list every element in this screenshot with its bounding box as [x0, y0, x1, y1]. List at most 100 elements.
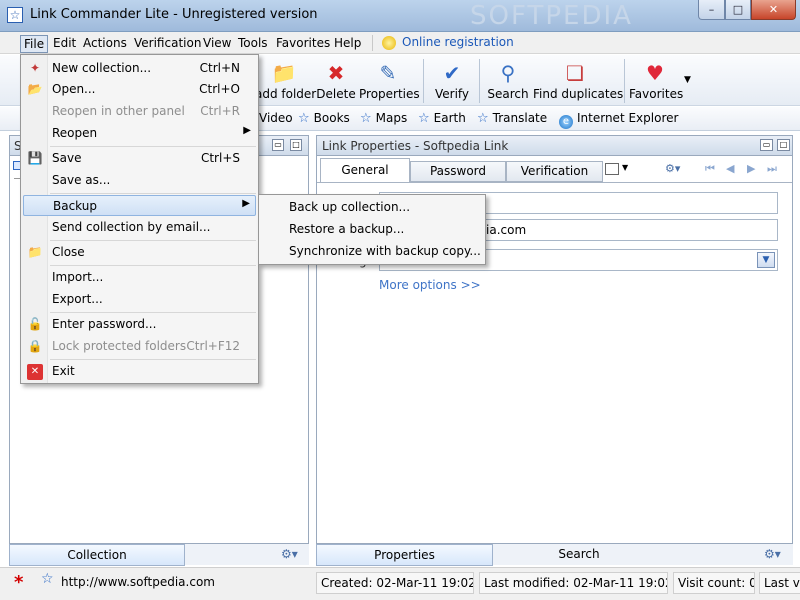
minimize-button[interactable]: –	[698, 0, 725, 20]
new-collection-icon: ✦	[29, 61, 41, 75]
menu-close[interactable]: 📁 Close	[23, 242, 256, 263]
app-star-icon: ☆	[7, 7, 23, 23]
fav-video-label: Video	[259, 111, 293, 125]
tab-search[interactable]: Search	[534, 544, 624, 566]
menu-exit[interactable]: ✕ Exit	[23, 361, 256, 382]
online-registration-link[interactable]: Online registration	[402, 35, 514, 49]
find-duplicates-icon: ❏	[566, 61, 584, 85]
menu-reopen-in-other-panel[interactable]: Reopen in other panel Ctrl+R	[23, 101, 256, 122]
menu-separator	[50, 265, 256, 266]
tab-password[interactable]: Password	[410, 161, 506, 182]
menu-save-as[interactable]: Save as...	[23, 170, 256, 191]
menu-help[interactable]: Help	[331, 35, 364, 53]
panel-restore-icon[interactable]: ▭	[272, 139, 284, 151]
status-last-visited: Last vi	[759, 572, 800, 594]
menu-separator	[50, 359, 256, 360]
exit-icon: ✕	[27, 364, 43, 380]
tab-verification[interactable]: Verification	[506, 161, 603, 182]
star-icon: ☆	[477, 111, 489, 126]
fav-maps[interactable]: ☆ Maps	[360, 111, 407, 127]
menu-actions[interactable]: Actions	[80, 35, 130, 53]
menu-edit[interactable]: Edit	[50, 35, 79, 53]
find-duplicates-button[interactable]: ❏ Find duplicates	[533, 55, 623, 106]
tab-general[interactable]: General	[320, 158, 410, 183]
menu-separator	[50, 146, 256, 147]
menu-tools[interactable]: Tools	[235, 35, 271, 53]
favorites-dropdown-arrow-icon[interactable]: ▼	[684, 75, 691, 85]
menu-new-collection-shortcut: Ctrl+N	[199, 61, 240, 75]
menu-import[interactable]: Import...	[23, 267, 256, 288]
add-folder-icon: 📁	[271, 61, 297, 85]
menu-separator	[50, 312, 256, 313]
panel-restore-icon[interactable]: ▭	[760, 139, 773, 151]
menu-enter-password[interactable]: 🔓 Enter password...	[23, 314, 256, 335]
url-field-value: ia.com	[486, 223, 527, 237]
backup-submenu: Back up collection... Restore a backup..…	[258, 194, 486, 265]
search-button[interactable]: ⚲ Search	[487, 55, 529, 106]
panel-maximize-icon[interactable]: □	[290, 139, 302, 151]
tab-collection[interactable]: Collection	[9, 544, 185, 566]
gear-icon[interactable]: ⚙▾	[665, 162, 680, 175]
menu-bar: File Edit Actions Verification View Tool…	[0, 32, 800, 54]
menu-separator	[50, 240, 256, 241]
menu-reopen-other-label: Reopen in other panel	[52, 104, 185, 118]
menu-backup-label: Backup	[53, 199, 97, 213]
menu-separator	[372, 35, 373, 51]
submenu-synchronize-backup[interactable]: Synchronize with backup copy...	[261, 241, 483, 262]
asterisk-icon: *	[14, 572, 24, 593]
properties-icon: ✎	[379, 61, 397, 85]
fav-earth[interactable]: ☆ Earth	[418, 111, 466, 127]
submenu-restore-backup[interactable]: Restore a backup...	[261, 219, 483, 240]
status-bar: * ☆ http://www.softpedia.com Created: 02…	[0, 567, 800, 600]
last-icon[interactable]: ⏭	[767, 162, 777, 176]
close-button[interactable]: ✕	[751, 0, 796, 20]
verify-button[interactable]: ✔ Verify	[432, 55, 472, 106]
toolbar-separator	[423, 59, 424, 103]
menu-open[interactable]: 📂 Open... Ctrl+O	[23, 79, 256, 100]
previous-icon[interactable]: ◀	[726, 162, 734, 175]
menu-verification[interactable]: Verification	[131, 35, 204, 53]
menu-lock-label: Lock protected folders	[52, 339, 187, 353]
menu-backup[interactable]: Backup ▶	[23, 195, 256, 216]
menu-save[interactable]: 💾 Save Ctrl+S	[23, 148, 256, 169]
favorites-button[interactable]: ♥ Favorites	[629, 55, 683, 106]
fav-translate-label: Translate	[492, 111, 548, 125]
fav-translate[interactable]: ☆ Translate	[477, 111, 547, 127]
next-icon[interactable]: ▶	[747, 162, 755, 175]
fav-books[interactable]: ☆ Books	[298, 111, 350, 127]
open-icon: 📂	[27, 82, 43, 96]
menu-send-by-email[interactable]: Send collection by email...	[23, 217, 256, 238]
properties-button[interactable]: ✎ Properties	[359, 55, 420, 106]
color-swatch[interactable]	[605, 163, 619, 175]
delete-button[interactable]: ✖ Delete	[315, 55, 357, 106]
color-dropdown-arrow-icon[interactable]: ▼	[622, 163, 628, 172]
menu-view[interactable]: View	[200, 35, 234, 53]
maximize-button[interactable]: □	[725, 0, 751, 20]
menu-reopen[interactable]: Reopen ▶	[23, 123, 256, 144]
panel-maximize-icon[interactable]: □	[777, 139, 790, 151]
first-icon[interactable]: ⏮	[705, 162, 715, 176]
menu-lock-protected-folders[interactable]: 🔒 Lock protected folders Ctrl+F12	[23, 336, 256, 357]
properties-tabs: General Password Verification ▼ ⚙▾ ⏮ ◀ ▶…	[317, 158, 792, 183]
add-folder-button[interactable]: 📁 add folder	[255, 55, 316, 106]
more-options-link[interactable]: More options >>	[379, 278, 481, 292]
chevron-down-icon[interactable]: ▼	[757, 252, 775, 268]
submenu-arrow-icon: ▶	[242, 198, 250, 209]
unlock-icon: 🔓	[27, 317, 43, 331]
menu-new-collection[interactable]: ✦ New collection... Ctrl+N	[23, 58, 256, 79]
toolbar-separator	[624, 59, 625, 103]
menu-export[interactable]: Export...	[23, 289, 256, 310]
menu-new-collection-label: New collection...	[52, 61, 152, 75]
tab-properties[interactable]: Properties	[316, 544, 493, 566]
fav-internet-explorer[interactable]: e Internet Explorer	[559, 111, 678, 129]
gear-icon[interactable]: ⚙▾	[281, 547, 298, 561]
menu-favorites[interactable]: Favorites	[273, 35, 333, 53]
properties-bottom-bar: Properties Search ⚙▾	[316, 543, 793, 566]
submenu-back-up-collection[interactable]: Back up collection...	[261, 197, 483, 218]
gear-icon[interactable]: ⚙▾	[764, 547, 781, 561]
lock-icon: 🔒	[27, 339, 43, 353]
fav-video[interactable]: Video	[259, 111, 293, 127]
star-icon: ☆	[41, 571, 54, 587]
menu-file[interactable]: File	[20, 35, 49, 53]
star-icon: ☆	[418, 111, 430, 126]
